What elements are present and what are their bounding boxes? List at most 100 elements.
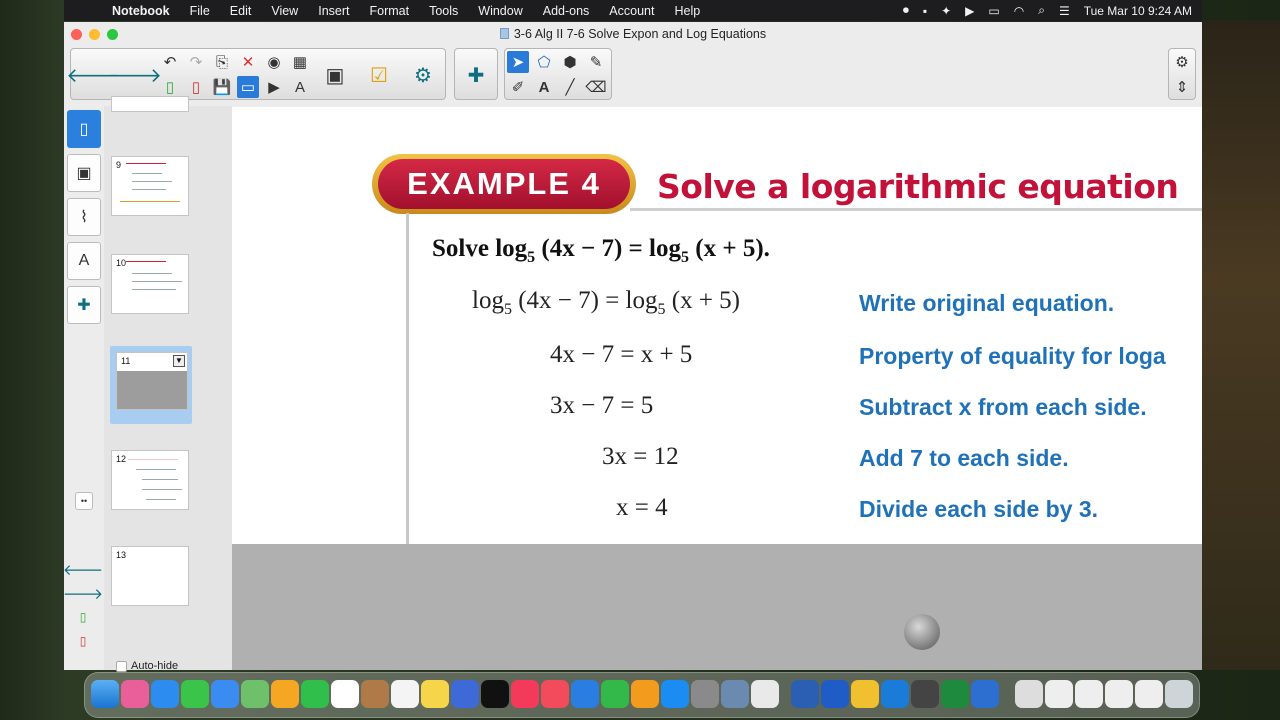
document-stack-icon[interactable] bbox=[1045, 680, 1073, 708]
mail-icon[interactable] bbox=[211, 680, 239, 708]
page-thumbnail-12[interactable]: 12 bbox=[111, 450, 189, 510]
screen-capture-button[interactable]: ◉ bbox=[263, 51, 285, 73]
chrome-icon[interactable] bbox=[851, 680, 879, 708]
facetime-icon[interactable] bbox=[301, 680, 329, 708]
app-store-icon[interactable] bbox=[661, 680, 689, 708]
sidebar-delete-page-icon[interactable]: ▯ bbox=[72, 630, 94, 652]
printer-icon[interactable] bbox=[911, 680, 939, 708]
page-thumbnail-13[interactable]: 13 bbox=[111, 546, 189, 606]
page-thumbnail-9[interactable]: 9 bbox=[111, 156, 189, 216]
drag-handle-icon[interactable] bbox=[904, 614, 940, 650]
previous-page-button[interactable]: 🡐 bbox=[66, 53, 120, 97]
music-icon[interactable] bbox=[511, 680, 539, 708]
whiteboard-canvas[interactable]: EXAMPLE 4 Solve a logarithmic equation S… bbox=[232, 107, 1202, 544]
downloads-stack-icon[interactable] bbox=[1015, 680, 1043, 708]
fill-tool-button[interactable]: ⬢ bbox=[559, 51, 581, 73]
safari-icon[interactable] bbox=[151, 680, 179, 708]
response-button[interactable]: ☑ bbox=[361, 53, 397, 97]
news-icon[interactable] bbox=[541, 680, 569, 708]
zoom-window-button[interactable] bbox=[107, 29, 118, 40]
notes-icon[interactable] bbox=[421, 680, 449, 708]
autohide-checkbox[interactable] bbox=[116, 660, 127, 672]
menu-account[interactable]: Account bbox=[609, 4, 654, 18]
eraser-tool-button[interactable]: ⌫ bbox=[585, 76, 607, 98]
freeform-icon[interactable] bbox=[451, 680, 479, 708]
text-tool-button[interactable]: A bbox=[533, 76, 555, 98]
photos-icon[interactable] bbox=[271, 680, 299, 708]
tv-icon[interactable] bbox=[481, 680, 509, 708]
select-tool-button[interactable]: ➤ bbox=[507, 51, 529, 73]
sidebar-next-icon[interactable]: 🡒 bbox=[63, 582, 103, 604]
page-thumbnail-11[interactable]: 11 ▼ bbox=[116, 352, 188, 410]
record-video-button[interactable]: ▶ bbox=[263, 76, 285, 98]
add-ons-tab[interactable]: ✚ bbox=[67, 286, 101, 324]
screen-shade[interactable] bbox=[232, 544, 1202, 670]
undo-button[interactable]: ↶ bbox=[159, 51, 181, 73]
finder-icon[interactable] bbox=[91, 680, 119, 708]
redo-button[interactable]: ↷ bbox=[185, 51, 207, 73]
page-thumbnail-8[interactable] bbox=[111, 96, 189, 112]
next-page-button[interactable]: 🡒 bbox=[108, 53, 162, 97]
sidebar-prev-icon[interactable]: 🡐 bbox=[63, 558, 103, 580]
play-icon[interactable]: ▶ bbox=[965, 4, 974, 18]
page-sorter-tab[interactable]: ▯ bbox=[67, 110, 101, 148]
menu-window[interactable]: Window bbox=[478, 4, 522, 18]
font-size-button[interactable]: A bbox=[289, 76, 311, 98]
gear-icon[interactable]: ⚙ bbox=[1171, 51, 1193, 73]
document-stack-4-icon[interactable] bbox=[1135, 680, 1163, 708]
menu-view[interactable]: View bbox=[271, 4, 298, 18]
battery-icon[interactable]: ▭ bbox=[988, 4, 999, 18]
notebook-app-icon[interactable] bbox=[881, 680, 909, 708]
paste-button[interactable]: ⎘ bbox=[211, 51, 233, 73]
menu-file[interactable]: File bbox=[190, 4, 210, 18]
folder-status-icon[interactable]: ▪ bbox=[923, 4, 927, 18]
screen-share-icon[interactable] bbox=[791, 680, 819, 708]
calendar-icon[interactable] bbox=[331, 680, 359, 708]
properties-tab[interactable]: A bbox=[67, 242, 101, 280]
shapes-tool-button[interactable]: ⬠ bbox=[533, 51, 555, 73]
numbers-icon[interactable] bbox=[601, 680, 629, 708]
wifi-icon[interactable]: ◠ bbox=[1014, 4, 1024, 18]
pens-tool-button[interactable]: ✐ bbox=[507, 76, 529, 98]
sparkle-icon[interactable]: ✦ bbox=[941, 4, 951, 18]
add-ons-button[interactable]: ⚙ bbox=[405, 53, 441, 97]
gallery-tab[interactable]: ▣ bbox=[67, 154, 101, 192]
word-icon[interactable] bbox=[821, 680, 849, 708]
menu-addons[interactable]: Add-ons bbox=[543, 4, 590, 18]
zoom-app-icon[interactable] bbox=[971, 680, 999, 708]
clock-text[interactable]: Tue Mar 10 9:24 AM bbox=[1084, 4, 1192, 18]
contacts-icon[interactable] bbox=[361, 680, 389, 708]
menu-format[interactable]: Format bbox=[369, 4, 409, 18]
magic-pen-button[interactable]: ✎ bbox=[585, 51, 607, 73]
page-menu-chevron-icon[interactable]: ▼ bbox=[173, 355, 185, 367]
save-button[interactable]: 💾 bbox=[211, 76, 233, 98]
page-thumbnail-10[interactable]: 10 bbox=[111, 254, 189, 314]
autohide-toggle[interactable]: Auto-hide bbox=[116, 660, 178, 672]
full-screen-button[interactable]: ▭ bbox=[237, 76, 259, 98]
move-toolbar-icon[interactable]: ⇕ bbox=[1171, 76, 1193, 98]
excel-icon[interactable] bbox=[941, 680, 969, 708]
document-stack-2-icon[interactable] bbox=[1075, 680, 1103, 708]
control-center-icon[interactable]: ☰ bbox=[1059, 4, 1070, 18]
minimize-window-button[interactable] bbox=[89, 29, 100, 40]
trash-icon[interactable] bbox=[1165, 680, 1193, 708]
attachments-tab[interactable]: ⌇ bbox=[67, 198, 101, 236]
delete-button[interactable]: ✕ bbox=[237, 51, 259, 73]
document-stack-3-icon[interactable] bbox=[1105, 680, 1133, 708]
system-settings-icon[interactable] bbox=[691, 680, 719, 708]
menu-app-name[interactable]: Notebook bbox=[112, 4, 170, 18]
expand-sidebar-button[interactable]: •• bbox=[75, 492, 93, 510]
close-window-button[interactable] bbox=[71, 29, 82, 40]
menu-help[interactable]: Help bbox=[674, 4, 700, 18]
messages-icon[interactable] bbox=[181, 680, 209, 708]
table-button[interactable]: ▦ bbox=[289, 51, 311, 73]
menu-insert[interactable]: Insert bbox=[318, 4, 349, 18]
pages-icon[interactable] bbox=[631, 680, 659, 708]
add-page-button[interactable]: ▯ bbox=[159, 76, 181, 98]
search-icon[interactable]: ⌕ bbox=[1038, 3, 1045, 18]
line-tool-button[interactable]: ╱ bbox=[559, 76, 581, 98]
preview-icon[interactable] bbox=[751, 680, 779, 708]
record-icon[interactable]: ⏺ bbox=[903, 3, 909, 18]
menu-edit[interactable]: Edit bbox=[230, 4, 252, 18]
sidebar-add-page-icon[interactable]: ▯ bbox=[72, 606, 94, 628]
